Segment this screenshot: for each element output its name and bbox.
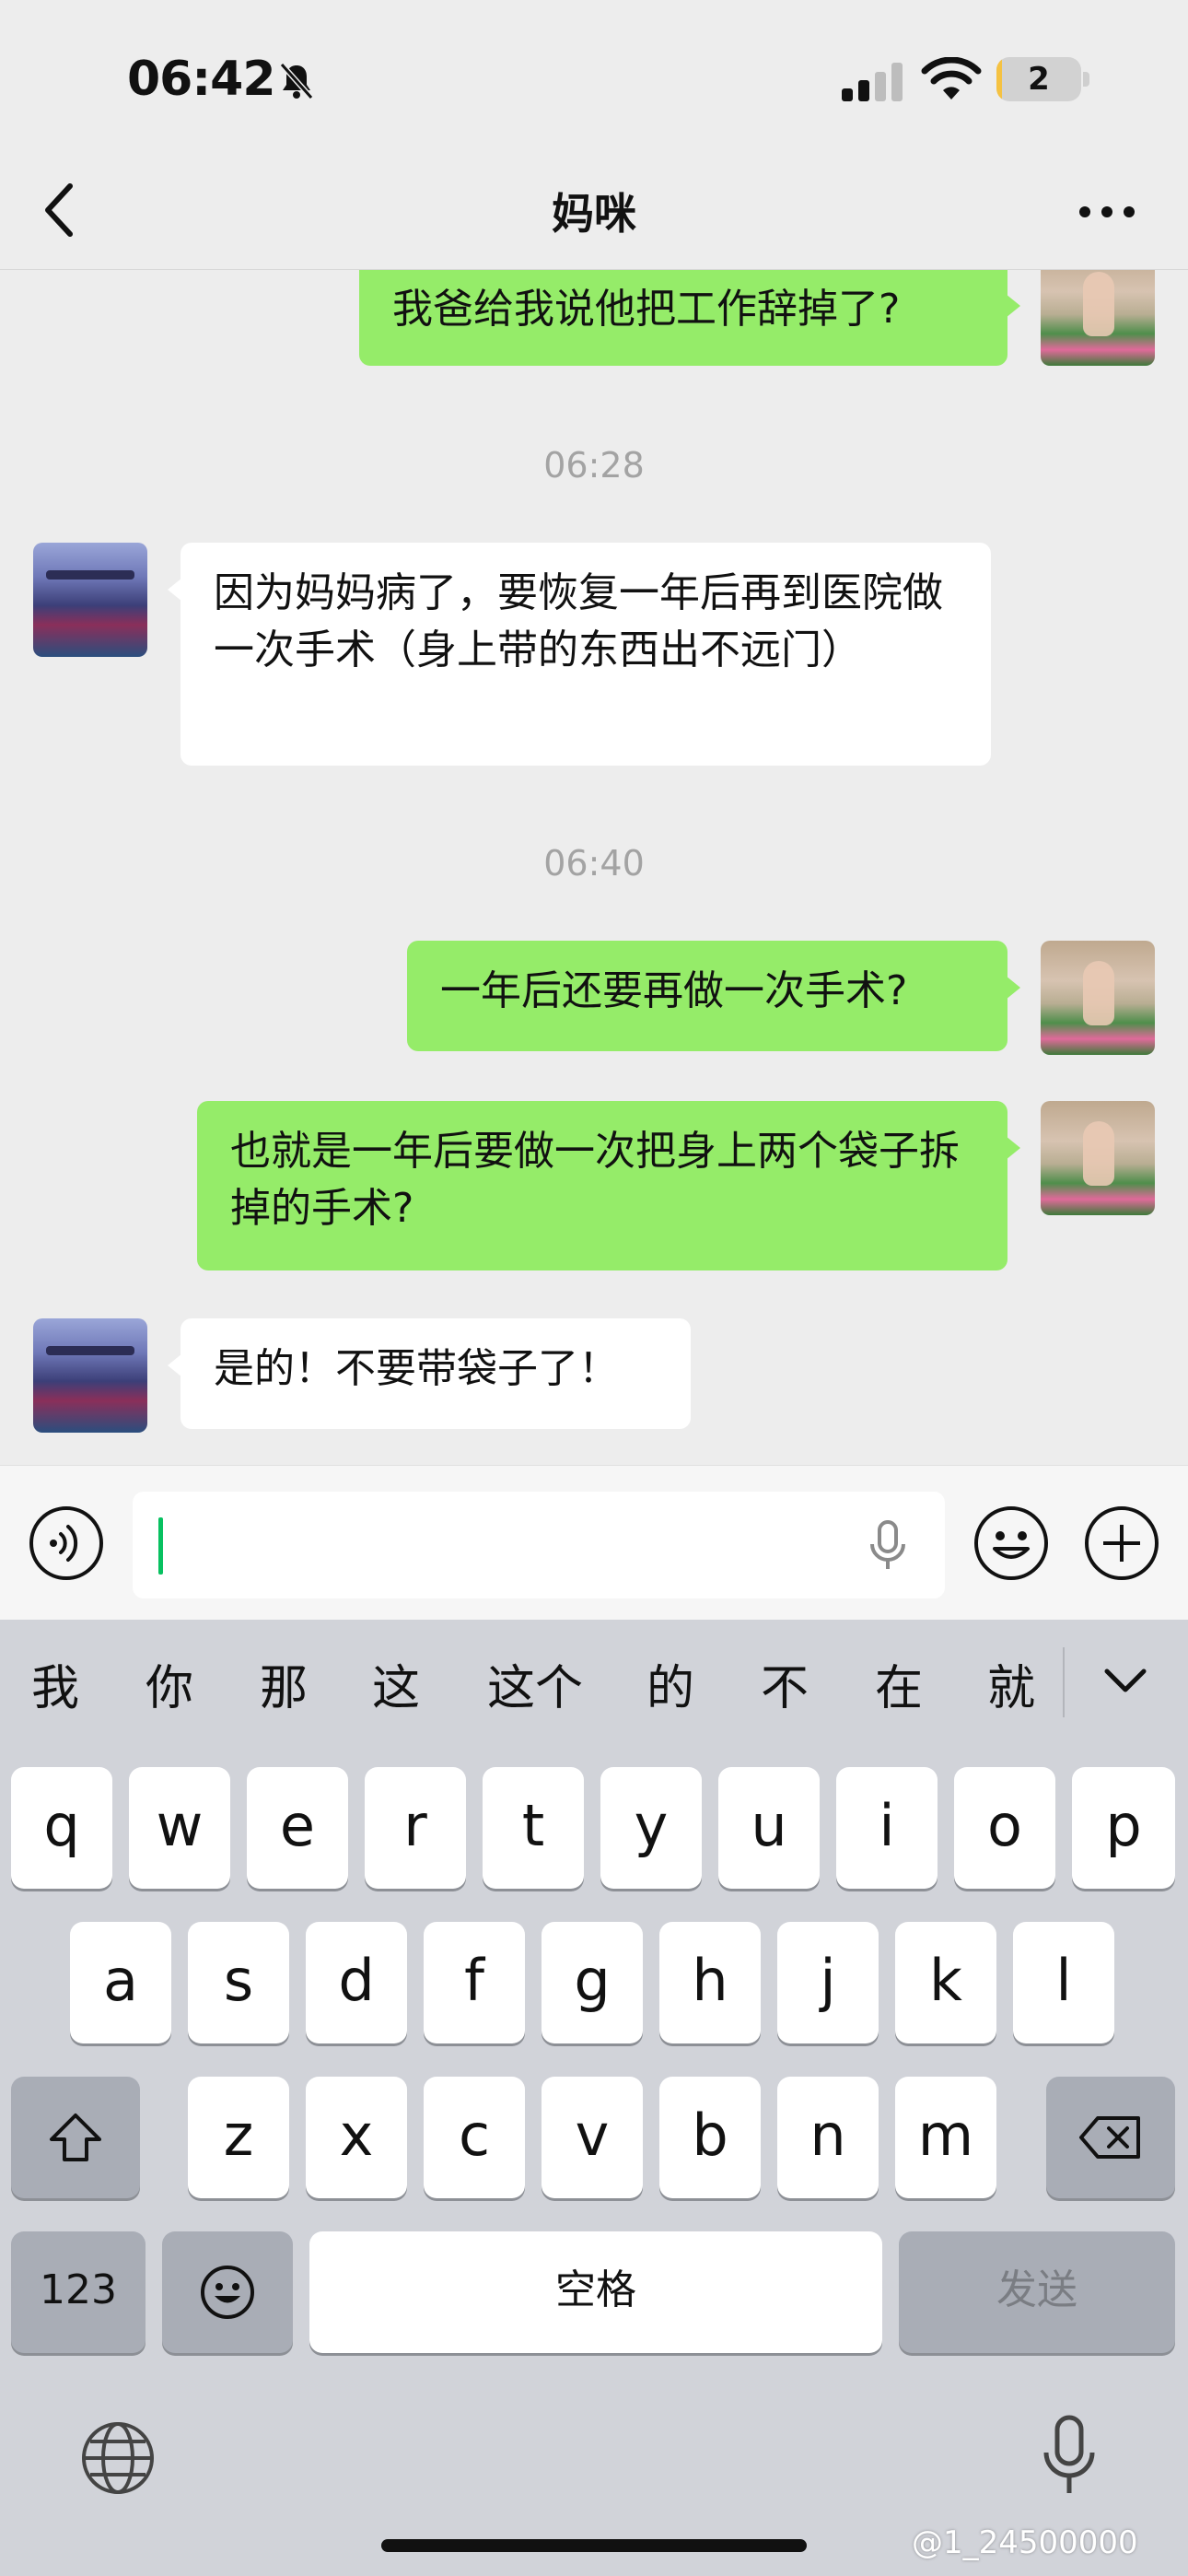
chat-area[interactable]: 我爸给我说他把工作辞掉了? 06:28 因为妈妈病了，要恢复一年后再到医院做一次… — [0, 270, 1188, 1463]
key-letter[interactable]: m — [895, 2077, 996, 2198]
key-letter[interactable]: t — [483, 1767, 584, 1889]
voice-icon[interactable] — [28, 1505, 105, 1582]
key-letter[interactable]: a — [70, 1922, 171, 2043]
signal-icon — [842, 63, 903, 101]
key-letter[interactable]: j — [777, 1922, 879, 2043]
message-bubble-self[interactable]: 我爸给我说他把工作辞掉了? — [359, 270, 1020, 366]
space-key[interactable]: 空格 — [309, 2231, 882, 2353]
candidate-divider — [1063, 1647, 1065, 1717]
candidate-bar: 我 你 那 这 这个 的 不 在 就 — [0, 1620, 1188, 1730]
dictation-mic-icon[interactable] — [1041, 2414, 1098, 2497]
keyboard: 我 你 那 这 这个 的 不 在 就 q w e r t y u i o p a… — [0, 1620, 1188, 2576]
status-bar: 06:42 2 — [0, 0, 1188, 157]
key-letter[interactable]: w — [129, 1767, 230, 1889]
message-bubble-mom[interactable]: 是的！不要带袋子了！ — [168, 1318, 691, 1429]
avatar-mom[interactable] — [33, 1318, 147, 1433]
candidate-word[interactable]: 在 — [853, 1649, 945, 1718]
emoji-icon[interactable] — [973, 1505, 1050, 1582]
shift-key[interactable] — [11, 2077, 140, 2198]
backspace-key[interactable] — [1046, 2077, 1175, 2198]
key-letter[interactable]: b — [659, 2077, 761, 2198]
avatar-mom[interactable] — [33, 543, 147, 657]
candidate-word[interactable]: 不 — [739, 1649, 831, 1718]
globe-icon[interactable] — [79, 2419, 157, 2497]
message-timestamp: 06:40 — [543, 843, 645, 884]
nav-bar: 妈咪 — [0, 157, 1188, 270]
send-key[interactable]: 发送 — [899, 2231, 1175, 2353]
shift-icon — [50, 2113, 101, 2161]
emoji-key[interactable] — [162, 2231, 293, 2353]
candidate-word[interactable]: 那 — [238, 1649, 330, 1718]
key-letter[interactable]: i — [836, 1767, 938, 1889]
battery-tip — [1083, 72, 1089, 87]
text-cursor — [158, 1517, 163, 1575]
key-letter[interactable]: u — [718, 1767, 820, 1889]
key-letter[interactable]: k — [895, 1922, 996, 2043]
message-input[interactable] — [133, 1492, 945, 1598]
chevron-down-icon[interactable] — [1101, 1662, 1149, 1699]
avatar-self[interactable] — [1041, 1101, 1155, 1215]
candidate-word[interactable]: 我 — [9, 1649, 101, 1718]
key-letter[interactable]: q — [11, 1767, 112, 1889]
key-letter[interactable]: c — [424, 2077, 525, 2198]
watermark: @1_24500000 — [912, 2524, 1138, 2561]
mic-icon[interactable] — [868, 1519, 908, 1573]
key-letter[interactable]: y — [600, 1767, 702, 1889]
numbers-key[interactable]: 123 — [11, 2231, 146, 2353]
avatar-self[interactable] — [1041, 941, 1155, 1055]
key-letter[interactable]: o — [954, 1767, 1055, 1889]
more-icon[interactable] — [1077, 203, 1136, 221]
candidate-word[interactable]: 就 — [965, 1649, 1057, 1718]
message-bubble-self[interactable]: 一年后还要再做一次手术? — [407, 941, 1020, 1051]
key-letter[interactable]: s — [188, 1922, 289, 2043]
message-bubble-mom[interactable]: 因为妈妈病了，要恢复一年后再到医院做一次手术（身上带的东西出不远门） — [168, 543, 991, 766]
battery-icon: 2 — [996, 57, 1081, 101]
key-letter[interactable]: h — [659, 1922, 761, 2043]
candidate-word[interactable]: 这个 — [475, 1649, 595, 1718]
chat-title: 妈咪 — [552, 189, 636, 239]
avatar-self[interactable] — [1041, 270, 1155, 366]
wifi-icon — [921, 57, 982, 100]
key-letter[interactable]: l — [1013, 1922, 1114, 2043]
emoji-icon — [201, 2266, 254, 2319]
input-bar — [0, 1465, 1188, 1621]
home-indicator[interactable] — [381, 2539, 807, 2552]
message-timestamp: 06:28 — [543, 445, 645, 486]
key-letter[interactable]: z — [188, 2077, 289, 2198]
message-bubble-self[interactable]: 也就是一年后要做一次把身上两个袋子拆掉的手术? — [197, 1101, 1020, 1270]
key-letter[interactable]: d — [306, 1922, 407, 2043]
candidate-word[interactable]: 你 — [123, 1649, 215, 1718]
key-letter[interactable]: x — [306, 2077, 407, 2198]
candidate-word[interactable]: 这 — [350, 1649, 442, 1718]
plus-icon[interactable] — [1083, 1505, 1160, 1582]
key-letter[interactable]: e — [247, 1767, 348, 1889]
key-letter[interactable]: g — [542, 1922, 643, 2043]
key-letter[interactable]: p — [1072, 1767, 1175, 1889]
key-letter[interactable]: f — [424, 1922, 525, 2043]
key-letter[interactable]: v — [542, 2077, 643, 2198]
battery-level-text: 2 — [1028, 61, 1050, 98]
bell-off-icon — [279, 63, 314, 100]
backspace-icon — [1079, 2116, 1140, 2159]
key-letter[interactable]: n — [777, 2077, 879, 2198]
key-letter[interactable]: r — [365, 1767, 466, 1889]
status-time: 06:42 — [127, 52, 276, 107]
candidate-word[interactable]: 的 — [624, 1649, 716, 1718]
